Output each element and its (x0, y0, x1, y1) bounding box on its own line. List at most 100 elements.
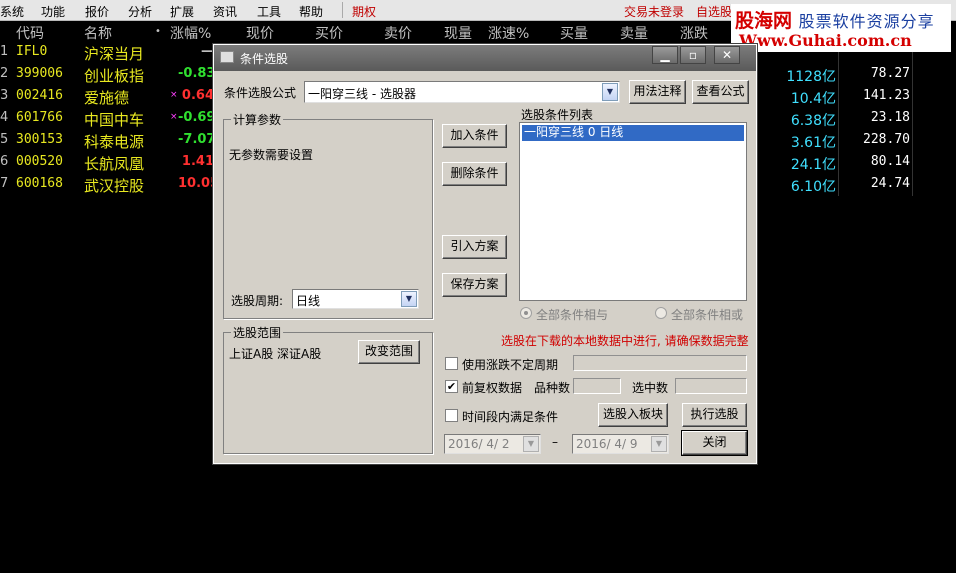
menu-analysis[interactable]: 分析 (128, 3, 152, 20)
close-button[interactable]: 关闭 (681, 430, 748, 456)
variable-period-field (573, 355, 747, 371)
last-value: 24.74 (870, 176, 910, 191)
add-condition-button[interactable]: 加入条件 (442, 124, 507, 148)
watermark-banner: 股海网 股票软件资源分享 Www.Guhai.com.cn (731, 4, 951, 52)
grid-line (838, 42, 839, 196)
maximize-button[interactable]: ▫ (680, 46, 706, 64)
stock-name: 武汉控股 (84, 177, 145, 195)
col-ask[interactable]: 卖价 (384, 23, 412, 43)
change-pct: -0.69 (178, 110, 216, 125)
period-label: 选股周期: (231, 294, 284, 308)
last-value: 23.18 (870, 110, 910, 125)
row-mark: × (170, 90, 178, 100)
col-bid-vol[interactable]: 买量 (560, 23, 588, 43)
scope-group-title: 选股范围 (231, 324, 284, 341)
row-index: 3 (0, 88, 9, 103)
chevron-down-icon[interactable]: ▼ (401, 291, 417, 307)
stock-code: 002416 (16, 88, 63, 103)
grid-line (912, 42, 913, 196)
stock-code: 000520 (16, 154, 63, 169)
menu-options[interactable]: 期权 (352, 3, 376, 20)
params-group-title: 计算参数 (231, 111, 284, 128)
delete-condition-button[interactable]: 删除条件 (442, 162, 507, 186)
chevron-down-icon[interactable]: ▼ (651, 436, 667, 452)
date-from-value: 2016/ 4/ 2 (448, 437, 510, 451)
col-mark: • (155, 26, 161, 37)
radio-and-label: 全部条件相与 (536, 308, 609, 322)
save-plan-button[interactable]: 保存方案 (442, 273, 507, 297)
period-select[interactable]: 日线 ▼ (292, 289, 419, 309)
row-index: 2 (0, 66, 9, 81)
variety-count-label: 品种数 (534, 381, 571, 395)
view-formula-button[interactable]: 查看公式 (692, 80, 749, 104)
chevron-down-icon[interactable]: ▼ (523, 436, 539, 452)
params-text: 无参数需要设置 (229, 148, 314, 162)
row-index: 7 (0, 176, 9, 191)
formula-select[interactable]: 一阳穿三线 - 选股器 ▼ (304, 81, 620, 103)
stock-code: 300153 (16, 132, 63, 147)
date-to-value: 2016/ 4/ 9 (576, 437, 638, 451)
formula-label: 条件选股公式 (224, 86, 297, 100)
chevron-down-icon[interactable]: ▼ (602, 83, 618, 101)
col-change-pct[interactable]: 涨幅% (170, 23, 211, 43)
amount: 1128亿 (786, 69, 836, 85)
stock-code: 600168 (16, 176, 63, 191)
menu-watchlist[interactable]: 自选股 (696, 3, 732, 20)
col-volume[interactable]: 现量 (444, 23, 472, 43)
usage-notes-button[interactable]: 用法注释 (629, 80, 686, 104)
row-index: 6 (0, 154, 9, 169)
import-plan-button[interactable]: 引入方案 (442, 235, 507, 259)
variable-period-checkbox[interactable] (445, 357, 458, 370)
execute-selection-button[interactable]: 执行选股 (682, 403, 747, 427)
stock-name: 爱施德 (84, 89, 130, 107)
variety-count-field (573, 378, 621, 394)
change-pct: -0.83 (178, 66, 216, 81)
col-speed[interactable]: 涨速% (488, 23, 529, 43)
close-window-button[interactable]: ✕ (714, 46, 740, 64)
prev-adjust-checkbox[interactable]: ✔ (445, 380, 458, 393)
col-change[interactable]: 涨跌 (680, 23, 708, 43)
menu-function[interactable]: 功能 (41, 3, 65, 20)
menu-system[interactable]: 系统 (0, 3, 24, 20)
menu-help[interactable]: 帮助 (299, 3, 323, 20)
select-to-block-button[interactable]: 选股入板块 (598, 403, 668, 427)
row-index: 4 (0, 110, 9, 125)
stock-code: 601766 (16, 110, 63, 125)
radio-and-all[interactable] (520, 307, 532, 319)
change-pct: 0.64 (181, 88, 214, 103)
watermark-slogan: 股票软件资源分享 (798, 12, 935, 31)
amount: 6.10亿 (790, 179, 836, 195)
col-ask-vol[interactable]: 卖量 (620, 23, 648, 43)
list-item[interactable]: 一阳穿三线 0 日线 (522, 125, 744, 141)
stock-name: 创业板指 (84, 67, 145, 85)
last-value: 78.27 (870, 66, 910, 81)
menu-quote[interactable]: 报价 (85, 3, 109, 20)
date-to-picker[interactable]: 2016/ 4/ 9 ▼ (572, 434, 669, 454)
stock-name: 科泰电源 (84, 133, 145, 151)
watermark-brand-name: 股海网 (735, 10, 793, 32)
trade-login-status[interactable]: 交易未登录 (624, 3, 684, 20)
col-code[interactable]: 代码 (16, 23, 44, 43)
col-name[interactable]: 名称 (84, 23, 112, 43)
menu-extend[interactable]: 扩展 (170, 3, 194, 20)
menu-tools[interactable]: 工具 (257, 3, 281, 20)
col-bid[interactable]: 买价 (315, 23, 343, 43)
change-pct: 1.41 (181, 154, 214, 169)
checkmark-icon: ✔ (446, 380, 457, 393)
last-value: 141.23 (863, 88, 910, 103)
change-scope-button[interactable]: 改变范围 (358, 340, 420, 364)
amount: 3.61亿 (790, 135, 836, 151)
watermark-url: Www.Guhai.com.cn (739, 31, 912, 50)
formula-select-value: 一阳穿三线 - 选股器 (308, 87, 416, 101)
condition-listbox[interactable]: 一阳穿三线 0 日线 (519, 122, 747, 301)
dialog-title-bar[interactable]: 条件选股 ▁ ▫ ✕ (214, 45, 756, 71)
change-pct: 10.05 (178, 176, 220, 191)
amount: 24.1亿 (790, 157, 836, 173)
menu-news[interactable]: 资讯 (213, 3, 237, 20)
minimize-button[interactable]: ▁ (652, 46, 678, 64)
amount: 10.4亿 (790, 91, 836, 107)
radio-or-all[interactable] (655, 307, 667, 319)
date-from-picker[interactable]: 2016/ 4/ 2 ▼ (444, 434, 541, 454)
col-price[interactable]: 现价 (246, 23, 274, 43)
time-period-checkbox[interactable] (445, 409, 458, 422)
